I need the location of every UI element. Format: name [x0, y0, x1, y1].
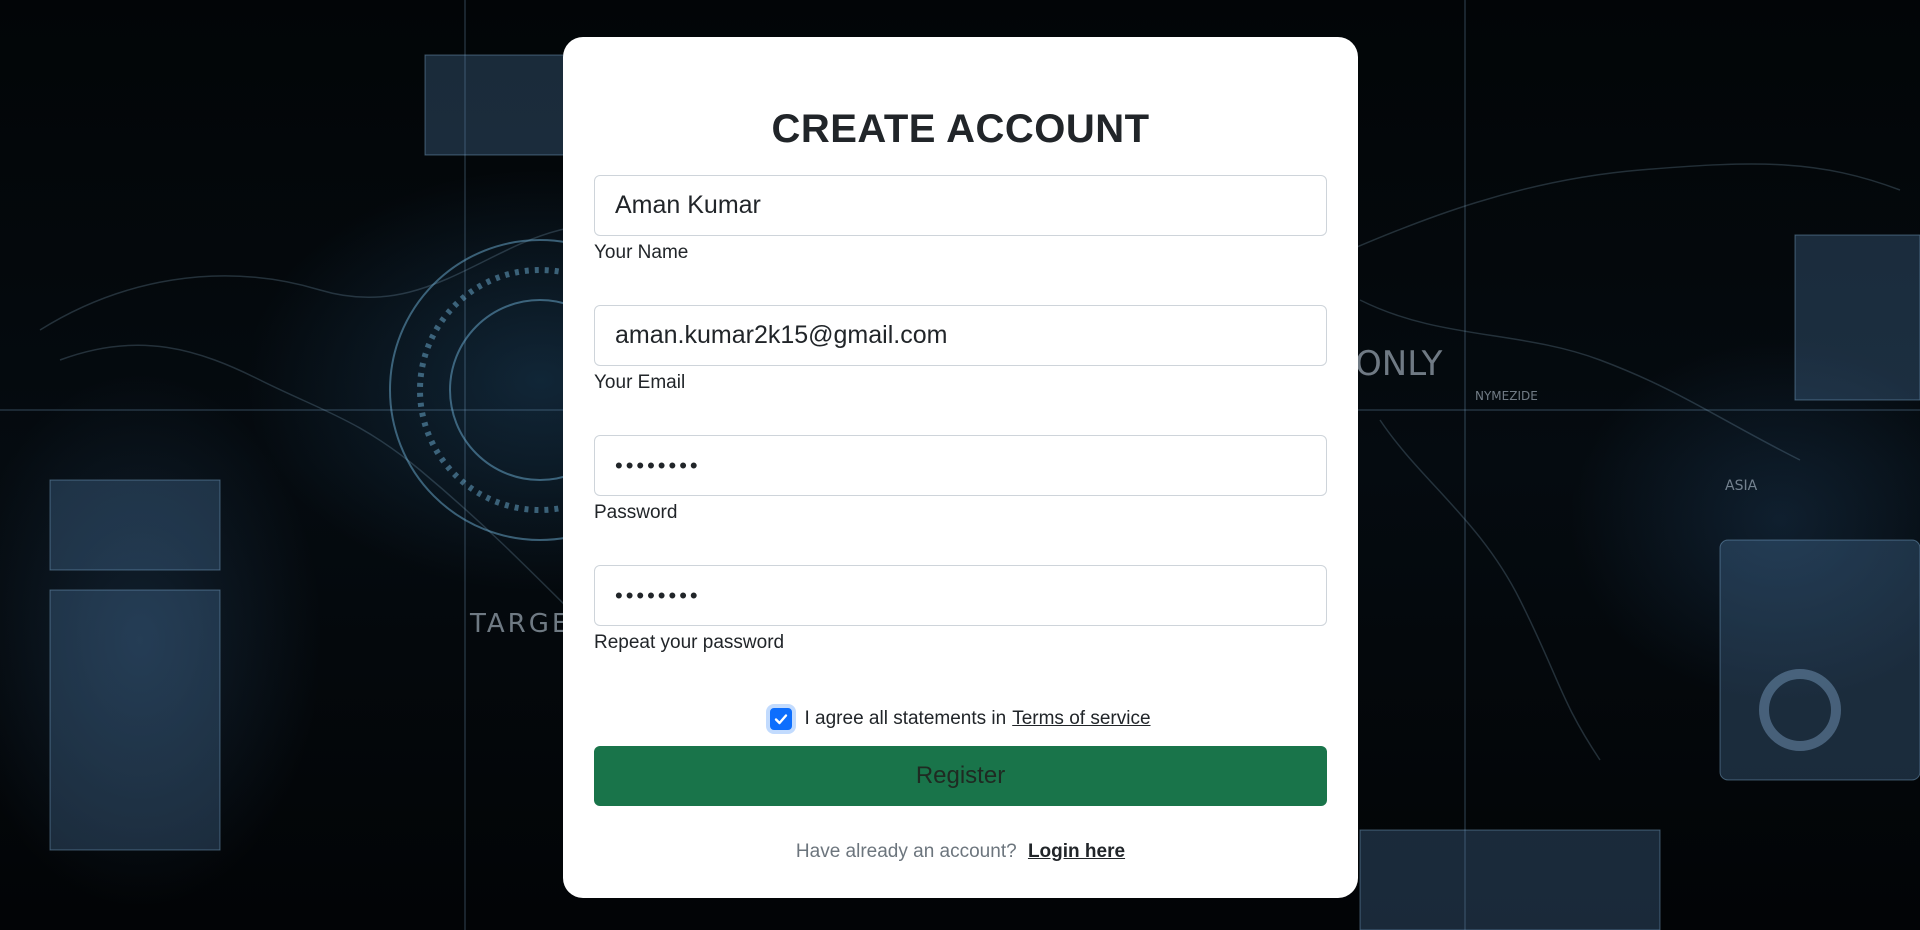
repeat-password-field-group: Repeat your password [594, 565, 1327, 654]
password-input[interactable] [594, 435, 1327, 496]
register-card: CREATE ACCOUNT Your Name Your Email Pass… [563, 37, 1358, 898]
login-prompt-text: Have already an account? [795, 841, 1017, 862]
email-input[interactable] [594, 305, 1327, 366]
name-input[interactable] [594, 175, 1327, 236]
email-label: Your Email [594, 372, 686, 393]
bg-label-only: ONLY [1355, 344, 1443, 384]
login-prompt: Have already an account? Login here [563, 841, 1358, 863]
terms-text: I agree all statements in [804, 708, 1007, 729]
email-field-group: Your Email [594, 305, 1327, 394]
name-label: Your Name [594, 242, 689, 263]
name-field-group: Your Name [594, 175, 1327, 264]
terms-of-service-link[interactable]: Terms of service [1012, 708, 1150, 730]
checkmark-icon [775, 714, 788, 725]
page-title: CREATE ACCOUNT [771, 107, 1150, 151]
password-field-group: Password [594, 435, 1327, 524]
bg-label-target: TARGE [469, 609, 571, 639]
password-label: Password [594, 502, 678, 523]
terms-agreement: I agree all statements in Terms of servi… [563, 708, 1358, 730]
bg-label-asia: ASIA [1725, 478, 1758, 494]
bg-label-nymezide: NYMEZIDE [1475, 389, 1538, 403]
login-link[interactable]: Login here [1028, 841, 1125, 862]
repeat-password-label: Repeat your password [594, 632, 785, 653]
repeat-password-input[interactable] [594, 565, 1327, 626]
register-button[interactable]: Register [594, 746, 1327, 806]
terms-checkbox[interactable] [770, 708, 793, 730]
